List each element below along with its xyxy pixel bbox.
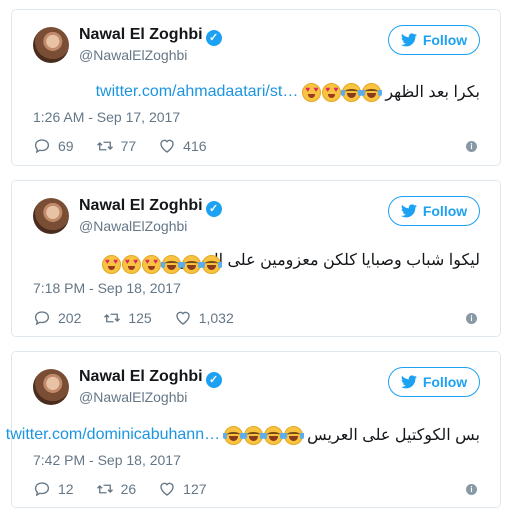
reply-button[interactable]: 202	[33, 309, 81, 327]
verified-badge-icon: ✓	[205, 201, 222, 217]
tweet-timestamp[interactable]: 7:18 PM - Sep 18, 2017	[33, 280, 181, 296]
info-icon[interactable]: i	[466, 484, 477, 495]
twitter-bird-icon	[400, 204, 417, 218]
reply-button[interactable]: 69	[33, 137, 74, 155]
retweet-count: 26	[120, 481, 137, 497]
verified-badge-icon: ✓	[205, 30, 222, 46]
author-handle[interactable]: @NawalElZoghbi	[79, 218, 187, 234]
tears-of-joy-emoji	[243, 425, 265, 445]
retweet-icon	[104, 313, 121, 323]
tweet-timestamp[interactable]: 7:42 PM - Sep 18, 2017	[33, 452, 181, 468]
follow-label: Follow	[422, 32, 468, 48]
follow-button[interactable]: Follow	[388, 25, 480, 55]
follow-label: Follow	[422, 203, 468, 219]
like-count: 416	[183, 138, 207, 154]
tears-of-joy-emoji	[263, 425, 285, 445]
tears-of-joy-emoji	[161, 255, 182, 274]
retweet-button[interactable]: 26	[96, 480, 137, 498]
heart-eyes-emoji	[122, 255, 141, 274]
author-name[interactable]: Nawal El Zoghbi ✓	[79, 26, 222, 46]
tweet-text: twitter.com/ahmadaatari/st… بكرا بعد الظ…	[96, 82, 480, 102]
tweet-text: twitter.com/dominicabuhann… بس الكوكتيل …	[6, 425, 480, 445]
like-button[interactable]: 416	[158, 137, 207, 155]
heart-eyes-emoji	[302, 82, 322, 102]
twitter-bird-icon	[400, 375, 417, 389]
heart-eyes-emoji	[142, 255, 161, 274]
reply-count: 69	[58, 138, 74, 154]
tears-of-joy-emoji	[223, 425, 245, 445]
reply-count: 202	[58, 310, 82, 326]
retweet-icon	[96, 484, 113, 494]
tweet-card[interactable]: Nawal El Zoghbi ✓ @NawalElZoghbi Follow t…	[11, 9, 501, 166]
verified-badge-icon: ✓	[205, 372, 222, 388]
reply-count: 12	[58, 481, 74, 497]
tweet-actions: 202 125 1,032	[33, 309, 256, 327]
author-name-text[interactable]: Nawal El Zoghbi	[79, 26, 203, 43]
twitter-bird-icon	[400, 33, 417, 47]
tweet-actions: 69 77 416	[33, 137, 229, 155]
author-name[interactable]: Nawal El Zoghbi ✓	[79, 368, 222, 388]
tears-of-joy-emoji	[201, 255, 222, 274]
follow-button[interactable]: Follow	[388, 196, 480, 226]
retweet-icon	[96, 141, 113, 151]
tears-of-joy-emoji	[181, 255, 202, 274]
like-count: 1,032	[198, 310, 234, 326]
like-button[interactable]: 1,032	[174, 309, 234, 327]
heart-icon	[176, 311, 190, 325]
author-name-text[interactable]: Nawal El Zoghbi	[79, 368, 203, 385]
tweet-body: ليكوا شباب وصبايا كلكن معزومين على العرس	[177, 252, 480, 269]
like-count: 127	[183, 481, 207, 497]
emoji-row	[223, 425, 305, 445]
follow-button[interactable]: Follow	[388, 367, 480, 397]
reply-icon	[34, 139, 50, 154]
avatar[interactable]	[33, 27, 69, 63]
reply-icon	[34, 482, 50, 497]
retweet-count: 77	[120, 138, 137, 154]
retweet-button[interactable]: 125	[103, 309, 152, 327]
author-name[interactable]: Nawal El Zoghbi ✓	[79, 197, 222, 217]
reply-button[interactable]: 12	[33, 480, 74, 498]
author-handle[interactable]: @NawalElZoghbi	[79, 389, 187, 405]
tweet-card[interactable]: Nawal El Zoghbi ✓ @NawalElZoghbi Follow ل…	[11, 180, 501, 337]
tweet-actions: 12 26 127	[33, 480, 229, 498]
tweet-text: ليكوا شباب وصبايا كلكن معزومين على العرس	[178, 250, 480, 270]
emoji-row	[302, 82, 383, 102]
emoji-group	[102, 255, 222, 274]
heart-icon	[160, 482, 174, 496]
like-button[interactable]: 127	[158, 480, 207, 498]
tears-of-joy-emoji	[361, 82, 383, 102]
retweet-count: 125	[128, 310, 152, 326]
heart-eyes-emoji	[322, 82, 342, 102]
tweet-link[interactable]: twitter.com/dominicabuhann…	[6, 426, 220, 444]
tweet-link[interactable]: twitter.com/ahmadaatari/st…	[96, 83, 299, 101]
tears-of-joy-emoji	[341, 82, 363, 102]
info-icon[interactable]: i	[466, 141, 477, 152]
tweet-timestamp[interactable]: 1:26 AM - Sep 17, 2017	[33, 109, 180, 125]
retweet-button[interactable]: 77	[96, 137, 137, 155]
author-name-text[interactable]: Nawal El Zoghbi	[79, 197, 203, 214]
avatar[interactable]	[33, 369, 69, 405]
tweet-body: بكرا بعد الظهر	[385, 84, 480, 101]
tears-of-joy-emoji	[283, 425, 305, 445]
follow-label: Follow	[422, 374, 468, 390]
info-icon[interactable]: i	[466, 313, 477, 324]
emoji-row	[102, 255, 222, 274]
tweet-body: بس الكوكتيل على العريس	[307, 427, 480, 444]
author-handle[interactable]: @NawalElZoghbi	[79, 47, 187, 63]
reply-icon	[34, 311, 50, 326]
tweet-card[interactable]: Nawal El Zoghbi ✓ @NawalElZoghbi Follow t…	[6, 351, 501, 508]
heart-icon	[160, 139, 174, 153]
heart-eyes-emoji	[102, 255, 121, 274]
avatar[interactable]	[33, 198, 69, 234]
